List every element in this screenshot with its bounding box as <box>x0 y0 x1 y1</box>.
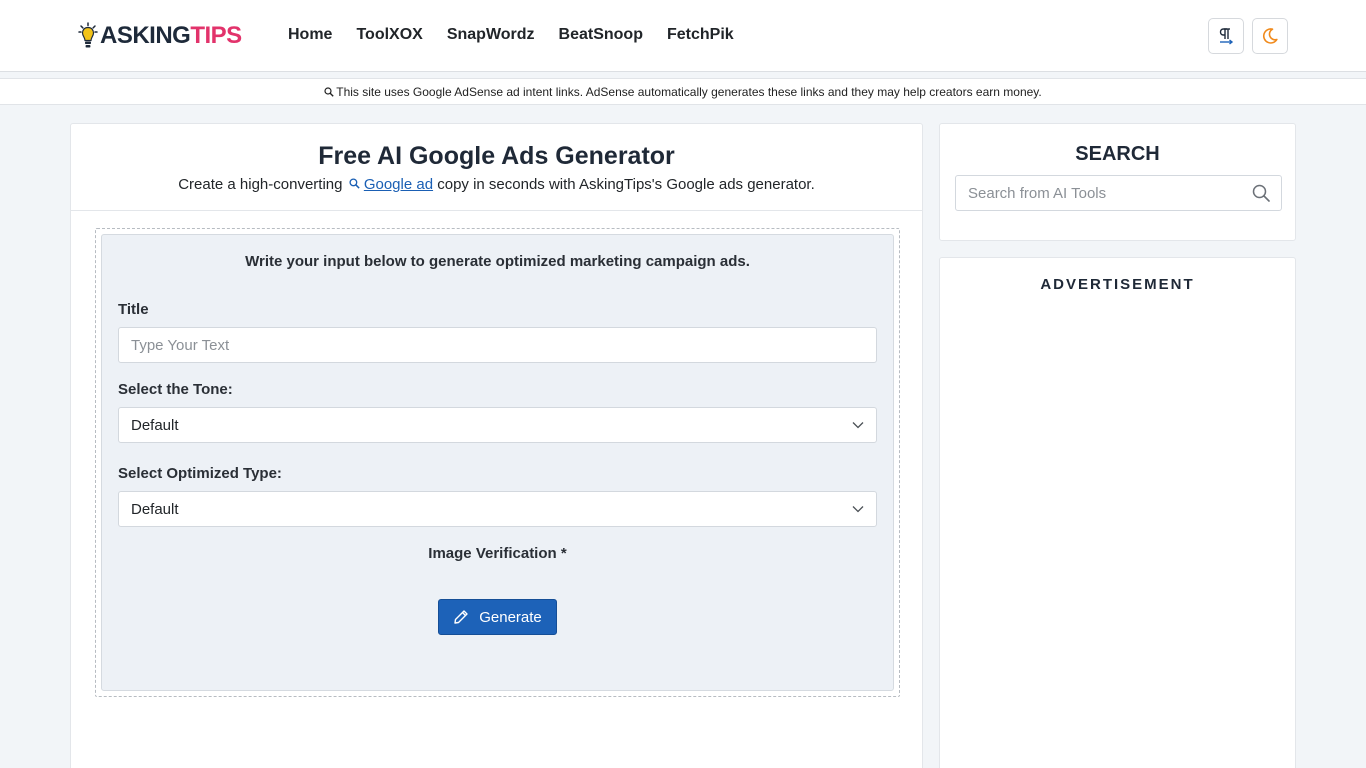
paragraph-icon <box>1219 28 1234 45</box>
site-logo[interactable]: ASKINGTIPS <box>78 22 242 50</box>
search-title: SEARCH <box>1075 143 1160 165</box>
tone-select[interactable]: Default <box>118 407 877 443</box>
site-header: ASKINGTIPS Home ToolXOX SnapWordz BeatSn… <box>0 0 1366 72</box>
main-nav: Home ToolXOX SnapWordz BeatSnoop FetchPi… <box>288 24 758 46</box>
search-widget: SEARCH <box>939 123 1296 241</box>
optimized-type-label: Select Optimized Type: <box>118 465 282 482</box>
magnifier-icon <box>349 178 360 189</box>
nav-link-toolxox[interactable]: ToolXOX <box>356 24 422 46</box>
logo-text-asking: ASKING <box>100 22 191 49</box>
advertisement-title: ADVERTISEMENT <box>1040 276 1195 293</box>
nav-link-snapwordz[interactable]: SnapWordz <box>447 24 535 46</box>
image-verification-label: Image Verification * <box>428 545 567 562</box>
theme-toggle-button[interactable] <box>1252 18 1288 54</box>
generate-button[interactable]: Generate <box>438 599 557 635</box>
logo-text-tips: TIPS <box>190 22 242 49</box>
nav-link-fetchpik[interactable]: FetchPik <box>667 24 734 46</box>
adsense-notice: This site uses Google AdSense ad intent … <box>0 78 1366 105</box>
page-title: Free AI Google Ads Generator <box>318 142 675 170</box>
generator-card: Free AI Google Ads Generator Create a hi… <box>70 123 923 768</box>
form-intro: Write your input below to generate optim… <box>245 253 750 270</box>
google-ad-link[interactable]: Google ad <box>364 176 433 193</box>
title-label: Title <box>118 301 149 318</box>
generator-header: Free AI Google Ads Generator Create a hi… <box>71 124 922 211</box>
subtitle-before: Create a high-converting <box>178 176 343 193</box>
title-input[interactable] <box>118 327 877 363</box>
lightbulb-icon <box>78 22 98 48</box>
advertisement-widget: ADVERTISEMENT <box>939 257 1296 768</box>
nav-link-home[interactable]: Home <box>288 24 332 46</box>
logo-text: ASKINGTIPS <box>100 22 242 50</box>
chevron-down-icon <box>852 422 864 429</box>
nav-link-beatsnoop[interactable]: BeatSnoop <box>559 24 643 46</box>
subtitle-after: copy in seconds with AskingTips's Google… <box>437 176 815 193</box>
generate-button-label: Generate <box>479 608 542 626</box>
optimized-type-value: Default <box>131 500 179 518</box>
tone-select-value: Default <box>131 416 179 434</box>
search-icon[interactable] <box>1252 184 1270 202</box>
notice-text: This site uses Google AdSense ad intent … <box>336 84 1042 99</box>
form-wrapper: Write your input below to generate optim… <box>95 228 900 697</box>
tone-label: Select the Tone: <box>118 381 233 398</box>
pencil-icon <box>454 610 468 624</box>
moon-icon <box>1262 28 1278 44</box>
page-subtitle: Create a high-converting Google ad copy … <box>71 175 922 195</box>
optimized-type-select[interactable]: Default <box>118 491 877 527</box>
language-button[interactable] <box>1208 18 1244 54</box>
chevron-down-icon <box>852 506 864 513</box>
search-input[interactable] <box>955 175 1282 211</box>
generator-form: Write your input below to generate optim… <box>101 234 894 691</box>
magnifier-icon <box>324 86 334 97</box>
